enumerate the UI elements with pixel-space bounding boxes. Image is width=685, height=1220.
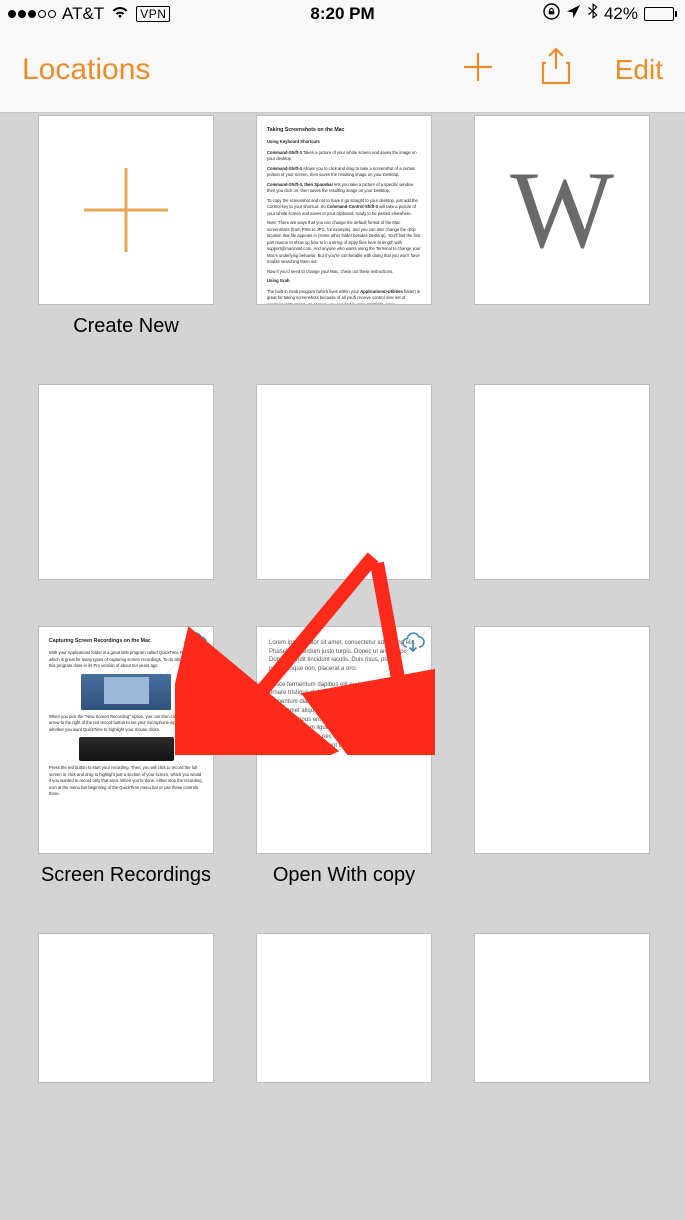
document-thumb-blank[interactable] (474, 384, 650, 580)
bluetooth-icon (587, 2, 598, 25)
document-thumb-w[interactable]: W (474, 115, 650, 305)
status-left: AT&T VPN (8, 4, 170, 24)
wifi-icon (110, 4, 130, 24)
cloud-download-icon (399, 631, 427, 660)
document-cell[interactable] (256, 933, 432, 1083)
document-cell[interactable] (38, 933, 214, 1083)
location-icon (566, 4, 581, 24)
create-new-label: Create New (73, 315, 179, 338)
signal-dots-icon (8, 10, 56, 18)
document-cell[interactable] (474, 626, 650, 887)
document-thumb-blank[interactable] (256, 384, 432, 580)
doc-preview: Taking Screenshots on the Mac Using Keyb… (257, 116, 431, 305)
share-icon[interactable] (539, 47, 573, 92)
document-thumb-blank[interactable] (256, 933, 432, 1083)
w-letter: W (475, 116, 649, 304)
status-bar: AT&T VPN 8:20 PM 42% (0, 0, 685, 27)
plus-icon (39, 116, 213, 304)
document-cell[interactable] (474, 384, 650, 580)
vpn-badge: VPN (136, 6, 170, 22)
document-thumb-blank[interactable] (38, 384, 214, 580)
carrier-label: AT&T (62, 4, 104, 24)
document-cell[interactable] (474, 933, 650, 1083)
open-with-copy-thumb[interactable]: Lorem ipsum dolor sit amet, consectetur … (256, 626, 432, 854)
edit-button[interactable]: Edit (615, 54, 663, 86)
cloud-download-icon (181, 631, 209, 660)
battery-percent: 42% (604, 4, 638, 24)
document-cell[interactable] (38, 384, 214, 580)
document-cell[interactable]: W (474, 115, 650, 338)
document-thumb-blank[interactable] (38, 933, 214, 1083)
screen-recordings-thumb[interactable]: Capturing Screen Recordings on the Mac W… (38, 626, 214, 854)
status-right: 42% (543, 2, 677, 25)
open-with-copy-label: Open With copy (273, 864, 415, 887)
battery-icon (644, 7, 677, 21)
create-new-cell[interactable]: Create New (38, 115, 214, 338)
document-thumb-blank[interactable] (474, 933, 650, 1083)
document-cell[interactable]: Taking Screenshots on the Mac Using Keyb… (256, 115, 432, 338)
document-grid: Create New Taking Screenshots on the Mac… (0, 113, 685, 1083)
locations-button[interactable]: Locations (22, 53, 150, 87)
add-icon[interactable] (459, 48, 497, 91)
status-time: 8:20 PM (310, 4, 374, 24)
screen-recordings-label: Screen Recordings (41, 864, 211, 887)
open-with-copy-cell[interactable]: Lorem ipsum dolor sit amet, consectetur … (256, 626, 432, 887)
document-thumb-1[interactable]: Taking Screenshots on the Mac Using Keyb… (256, 115, 432, 305)
screen-recordings-cell[interactable]: Capturing Screen Recordings on the Mac W… (38, 626, 214, 887)
nav-bar: Locations Edit (0, 27, 685, 113)
document-cell[interactable] (256, 384, 432, 580)
create-new-thumb[interactable] (38, 115, 214, 305)
orientation-lock-icon (543, 3, 560, 25)
document-thumb-blank[interactable] (474, 626, 650, 854)
